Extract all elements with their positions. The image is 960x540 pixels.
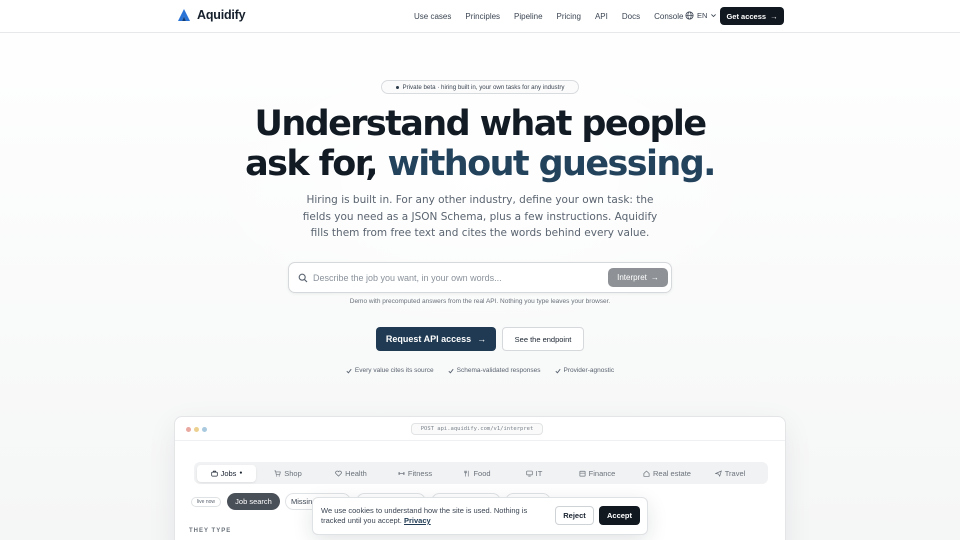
check-icon [554, 368, 561, 373]
feature-checks: Every value cites its source Schema-vali… [0, 367, 960, 374]
tab-label: Real estate [653, 468, 691, 478]
nav-link-docs[interactable]: Docs [622, 12, 640, 21]
tab-real-estate[interactable]: Real estate [632, 465, 702, 482]
beta-badge: Private beta · hiring built in, your own… [381, 80, 579, 94]
fork-icon [464, 470, 469, 476]
tab-label: Fitness [407, 468, 433, 478]
feature-check-label: Provider-agnostic [563, 367, 615, 374]
get-access-button[interactable]: Get access → [720, 7, 784, 25]
search-icon [298, 273, 308, 283]
dumbbell-icon [398, 471, 405, 475]
chevron-down-icon [711, 14, 717, 18]
beta-badge-text: Private beta · hiring built in, your own… [402, 83, 565, 91]
interpret-button[interactable]: Interpret → [608, 268, 668, 287]
window-dot-icon [186, 427, 191, 432]
tab-label: Travel [724, 468, 746, 478]
nav-link-pricing[interactable]: Pricing [557, 12, 581, 21]
heart-icon [335, 470, 342, 477]
tab-food[interactable]: Food [448, 465, 506, 482]
arrow-right-icon: → [477, 334, 487, 344]
house-icon [643, 470, 650, 477]
tab-label: Jobs [220, 468, 237, 478]
plane-icon [714, 469, 722, 477]
get-access-label: Get access [726, 11, 767, 21]
window-dot-icon [194, 427, 199, 432]
check-icon [448, 368, 454, 373]
tab-label: Shop [284, 468, 302, 478]
check-icon [346, 368, 352, 373]
hero-title-accent: without guessing. [387, 144, 717, 184]
cookie-message: We use cookies to understand how the sit… [321, 506, 543, 526]
feature-check-label: Every value cites its source [354, 367, 434, 374]
they-type-label: THEY TYPE [189, 528, 232, 534]
feature-check-item: Every value cites its source [346, 367, 434, 374]
bank-icon [579, 470, 586, 476]
top-navbar: Aquidify Use cases Principles Pipeline P… [0, 0, 960, 33]
tab-travel[interactable]: Travel [702, 465, 758, 482]
nav-link-console[interactable]: Console [654, 12, 683, 21]
reject-cookies-button[interactable]: Reject [555, 506, 594, 525]
interpret-label: Interpret [617, 273, 647, 282]
feature-check-item: Provider-agnostic [554, 367, 615, 374]
brand-name: Aquidify [197, 8, 246, 22]
window-dot-icon [202, 427, 207, 432]
arrow-right-icon: → [650, 273, 659, 282]
tab-it[interactable]: IT [506, 465, 562, 482]
endpoint-url: POST api.aquidify.com/v1/interpret [411, 423, 543, 435]
nav-link-pipeline[interactable]: Pipeline [514, 12, 542, 21]
request-api-access-label: Request API access [385, 334, 472, 344]
hero-title: Understand what people ask for, without … [0, 104, 960, 184]
arrow-right-icon: → [770, 11, 778, 21]
cookie-banner: We use cookies to understand how the sit… [312, 497, 648, 535]
tab-jobs[interactable]: Jobs ● [197, 464, 256, 482]
feature-check-item: Schema-validated responses [448, 367, 541, 374]
language-label: EN [697, 11, 708, 20]
briefcase-icon [210, 470, 218, 476]
accept-cookies-button[interactable]: Accept [599, 506, 640, 525]
monitor-icon [526, 470, 533, 476]
nav-link-api[interactable]: API [595, 12, 608, 21]
tab-fitness[interactable]: Fitness [382, 465, 448, 482]
hero-subtitle: Hiring is built in. For any other indust… [302, 194, 658, 239]
privacy-link[interactable]: Privacy [404, 516, 431, 525]
nav-link-principles[interactable]: Principles [465, 12, 500, 21]
hero-title-line1: Understand what people [254, 104, 708, 144]
nav-link-use-cases[interactable]: Use cases [414, 12, 451, 21]
brand-logo[interactable]: Aquidify [177, 8, 246, 22]
request-api-access-button[interactable]: Request API access → [376, 327, 496, 351]
search-box: Interpret → [288, 262, 672, 293]
globe-icon [685, 11, 694, 20]
tab-finance[interactable]: Finance [562, 465, 632, 482]
industry-tabs: Jobs ● Shop Health Fitness Food IT Finan… [194, 462, 768, 484]
demo-note: Demo with precomputed answers from the r… [349, 298, 611, 305]
feature-check-label: Schema-validated responses [456, 367, 541, 374]
chip-job-search[interactable]: Job search [227, 493, 280, 510]
tab-label: Food [473, 468, 491, 478]
tab-label: Health [345, 468, 367, 478]
tab-shop[interactable]: Shop [256, 465, 320, 482]
live-now-badge: live now [191, 497, 221, 507]
search-input[interactable] [313, 269, 603, 287]
badge-dot-icon [395, 85, 399, 89]
tab-label: Finance [588, 468, 616, 478]
tab-label: IT [535, 468, 543, 478]
see-endpoint-button[interactable]: See the endpoint [502, 327, 584, 351]
language-selector[interactable]: EN [685, 11, 717, 20]
nav-links: Use cases Principles Pipeline Pricing AP… [414, 0, 697, 33]
window-titlebar: POST api.aquidify.com/v1/interpret [175, 417, 785, 441]
active-dot-icon: ● [239, 470, 243, 476]
hero-title-line2: ask for, [245, 144, 388, 184]
aquidify-logo-icon [178, 9, 190, 21]
cart-icon [274, 470, 281, 476]
tab-health[interactable]: Health [320, 465, 382, 482]
